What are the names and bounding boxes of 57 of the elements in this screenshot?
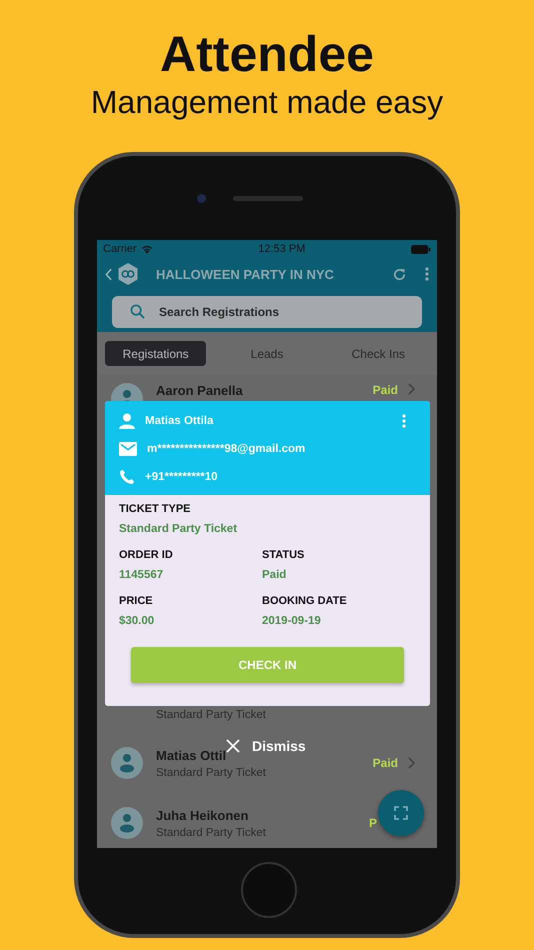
person-avatar-icon bbox=[111, 747, 143, 779]
ticket-type: Standard Party Ticket bbox=[156, 826, 267, 838]
more-vertical-icon bbox=[402, 414, 406, 428]
ticket-type: Standard Party Ticket bbox=[156, 766, 267, 778]
speaker-slot bbox=[233, 196, 303, 201]
headline-subtitle: Management made easy bbox=[90, 83, 444, 122]
search-field[interactable]: Search Registrations bbox=[112, 296, 422, 328]
email-address: m***************98@gmail.com bbox=[147, 443, 306, 455]
tab[interactable]: Leads bbox=[216, 341, 318, 366]
ticket-type: Standard Party Ticket bbox=[156, 709, 267, 721]
field-value: Paid bbox=[262, 569, 288, 581]
camera-lens bbox=[197, 194, 206, 203]
field-value: Standard Party Ticket bbox=[119, 523, 238, 535]
field-label: BOOKING DATE bbox=[262, 595, 348, 607]
check-in-button[interactable]: CHECK IN bbox=[131, 647, 404, 683]
mail-icon bbox=[119, 442, 137, 456]
close-icon bbox=[226, 739, 240, 753]
payment-status: Paid bbox=[372, 756, 398, 770]
attendee-name: Matias Ottil bbox=[156, 748, 228, 762]
tab[interactable]: Registations bbox=[105, 341, 206, 366]
person-avatar-icon bbox=[111, 807, 143, 839]
chevron-right-icon bbox=[408, 383, 415, 395]
field-value: 1145567 bbox=[119, 569, 164, 581]
event-title: HALLOWEEN PARTY IN NYC bbox=[156, 266, 335, 282]
refresh-button[interactable] bbox=[392, 266, 407, 282]
tab[interactable]: Check Ins bbox=[328, 341, 429, 366]
refresh-icon bbox=[392, 266, 407, 282]
more-button[interactable] bbox=[402, 414, 406, 428]
payment-status: P bbox=[368, 816, 377, 830]
scan-frame-icon bbox=[394, 806, 408, 820]
more-vertical-icon bbox=[425, 267, 429, 281]
field-value: 2019-09-19 bbox=[262, 615, 322, 627]
field-label: ORDER ID bbox=[119, 549, 174, 561]
attendee-name: Matias Ottila bbox=[145, 415, 214, 427]
person-icon bbox=[119, 413, 135, 429]
chevron-left-icon bbox=[105, 268, 112, 280]
hexagon-logo-icon bbox=[118, 263, 138, 285]
carrier-label: Carrier bbox=[103, 243, 137, 255]
scan-button[interactable] bbox=[378, 790, 424, 836]
payment-status: Paid bbox=[372, 383, 398, 397]
battery-icon bbox=[411, 244, 431, 254]
field-label: PRICE bbox=[119, 595, 154, 607]
search-icon bbox=[130, 304, 145, 319]
wifi-icon bbox=[140, 244, 153, 254]
field-label: STATUS bbox=[262, 549, 306, 561]
dismiss-button[interactable]: Dismiss bbox=[226, 738, 306, 754]
more-button[interactable] bbox=[425, 267, 429, 281]
headline-title: Attendee bbox=[160, 26, 374, 82]
status-time: 12:53 PM bbox=[258, 243, 306, 255]
attendee-name: Juha Heikonen bbox=[156, 808, 250, 822]
attendee-name: Aaron Panella bbox=[156, 383, 244, 398]
phone-number: +91*********10 bbox=[145, 471, 219, 483]
field-value: $30.00 bbox=[119, 615, 156, 627]
chevron-right-icon bbox=[408, 757, 415, 769]
back-button[interactable] bbox=[105, 268, 112, 280]
field-label: TICKET TYPE bbox=[119, 503, 192, 515]
phone-icon bbox=[119, 469, 135, 485]
